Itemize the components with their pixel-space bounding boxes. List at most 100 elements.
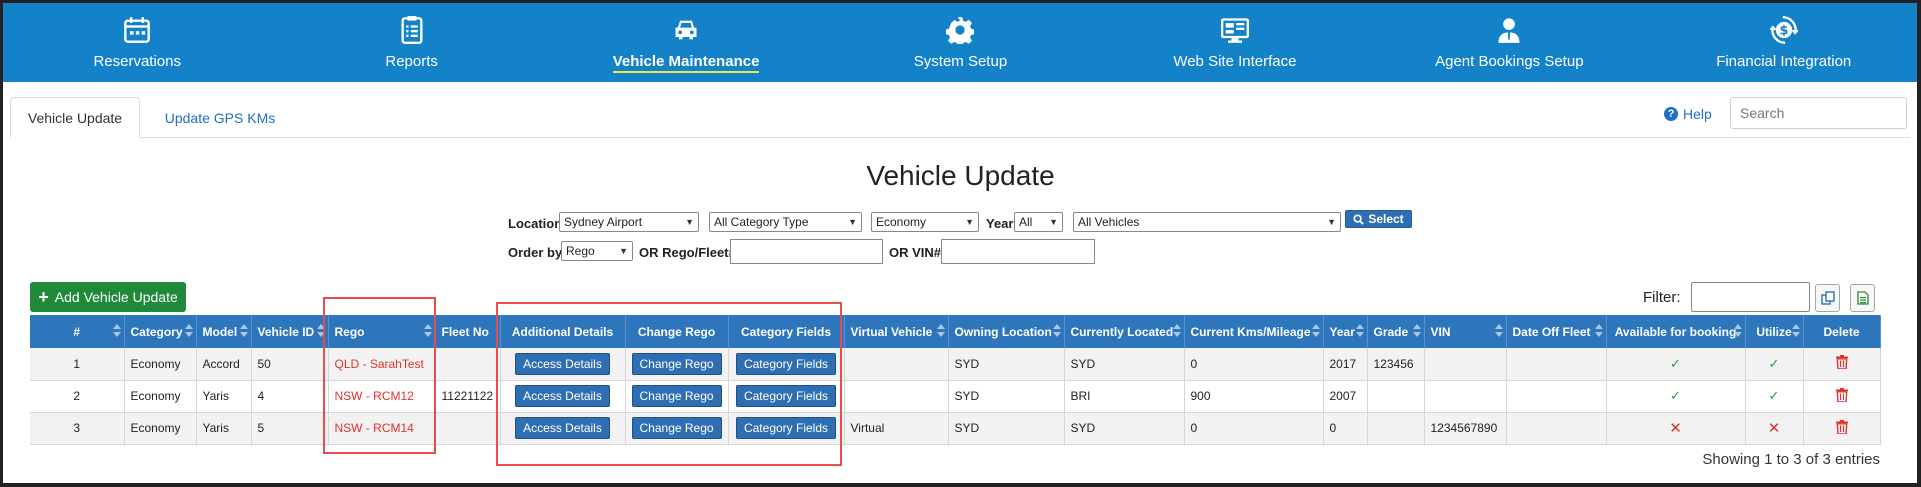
nav-label: System Setup <box>913 53 1008 70</box>
export-csv-button[interactable] <box>1850 284 1875 312</box>
cell-kms: 900 <box>1184 380 1324 413</box>
cell-additional-details: Access Details <box>500 380 626 413</box>
column-header[interactable]: # <box>30 315 125 348</box>
trash-icon[interactable] <box>1835 387 1848 405</box>
column-header[interactable]: Grade <box>1367 315 1425 348</box>
nav-label: Financial Integration <box>1716 53 1852 70</box>
chevron-down-icon: ▼ <box>848 217 857 227</box>
column-header[interactable]: Virtual Vehicle <box>844 315 949 348</box>
year-select[interactable]: All ▼ <box>1014 212 1063 232</box>
cell-fleet-no: 11221122 <box>435 380 501 413</box>
search-input[interactable] <box>1730 97 1907 129</box>
tab-update-gps-kms[interactable]: Update GPS KMs <box>150 97 290 138</box>
cell-rego[interactable]: QLD - SarahTest <box>328 348 436 381</box>
nav-web-site-interface[interactable]: Web Site Interface <box>1098 0 1372 82</box>
column-header[interactable]: Vehicle ID <box>251 315 329 348</box>
rego-fleet-input[interactable] <box>730 239 883 264</box>
select-button[interactable]: Select <box>1345 210 1412 228</box>
search-icon <box>1353 213 1365 225</box>
cell-kms: 0 <box>1184 348 1324 381</box>
cell-model: Yaris <box>196 412 252 445</box>
sort-icon <box>184 324 193 339</box>
sort-icon <box>1791 324 1800 339</box>
column-header[interactable]: Date Off Fleet <box>1506 315 1607 348</box>
cell-category-fields: Category Fields <box>728 412 845 445</box>
chevron-down-icon: ▼ <box>619 246 628 256</box>
order-by-select[interactable]: Rego ▼ <box>561 241 633 261</box>
select-label: Select <box>1368 212 1404 226</box>
cell-delete <box>1803 348 1881 381</box>
vin-input[interactable] <box>941 239 1095 264</box>
cell-fleet-no <box>435 412 501 445</box>
nav-vehicle-maintenance[interactable]: Vehicle Maintenance <box>549 0 823 82</box>
copy-button[interactable] <box>1815 284 1840 312</box>
access-details-button[interactable]: Access Details <box>515 385 610 407</box>
column-header[interactable]: Year <box>1323 315 1368 348</box>
trash-icon[interactable] <box>1835 419 1848 437</box>
column-header[interactable]: Category <box>124 315 197 348</box>
cell-owning-location: SYD <box>948 380 1065 413</box>
year-label: Year <box>986 216 1014 231</box>
cell-delete <box>1803 412 1881 445</box>
change-rego-button[interactable]: Change Rego <box>631 352 722 375</box>
location-select[interactable]: Sydney Airport ▼ <box>559 212 699 232</box>
calendar-icon <box>124 17 151 43</box>
category-fields-button[interactable]: Category Fields <box>735 417 837 439</box>
chevron-down-icon: ▼ <box>685 217 694 227</box>
nav-financial-integration[interactable]: $ Financial Integration <box>1647 0 1921 82</box>
cell-rego[interactable]: NSW - RCM14 <box>328 412 436 445</box>
check-icon: ✓ <box>1670 388 1681 403</box>
access-details-button[interactable]: Access Details <box>515 417 610 439</box>
column-header[interactable]: Current Kms/Mileage <box>1184 315 1324 348</box>
cell-change-rego: Change Rego <box>625 348 729 381</box>
column-header[interactable]: Utilize <box>1745 315 1804 348</box>
cell-category: Economy <box>124 380 197 413</box>
sort-icon <box>1412 324 1421 339</box>
vehicles-select[interactable]: All Vehicles ▼ <box>1073 212 1341 232</box>
column-header[interactable]: Rego <box>328 315 436 348</box>
category-select[interactable]: Economy ▼ <box>871 212 979 232</box>
cell-date-off-fleet <box>1506 380 1607 413</box>
sort-icon <box>112 324 121 339</box>
cell-model: Accord <box>196 348 252 381</box>
nav-system-setup[interactable]: System Setup <box>823 0 1097 82</box>
category-fields-button[interactable]: Category Fields <box>735 385 837 407</box>
cell-owning-location: SYD <box>948 412 1065 445</box>
category-fields-button[interactable]: Category Fields <box>735 352 837 375</box>
column-header[interactable]: Fleet No <box>435 315 501 348</box>
access-details-button[interactable]: Access Details <box>515 352 610 375</box>
column-header[interactable]: Model <box>196 315 252 348</box>
filter-input[interactable] <box>1691 282 1810 312</box>
cell-num: 2 <box>30 380 125 413</box>
help-link[interactable]: ? Help <box>1664 106 1712 122</box>
location-value: Sydney Airport <box>564 215 643 229</box>
trash-icon[interactable] <box>1835 355 1848 372</box>
table-row: 1 Economy Accord 50 QLD - SarahTest Access De… <box>30 348 1881 381</box>
cell-rego[interactable]: NSW - RCM12 <box>328 380 436 413</box>
x-icon: ✕ <box>1669 420 1682 437</box>
cell-model: Yaris <box>196 380 252 413</box>
change-rego-button[interactable]: Change Rego <box>631 385 722 407</box>
chevron-down-icon: ▼ <box>1327 217 1336 227</box>
change-rego-button[interactable]: Change Rego <box>631 417 722 439</box>
column-header[interactable]: VIN <box>1424 315 1507 348</box>
cell-utilize: ✕ <box>1745 412 1804 445</box>
copy-icon <box>1820 291 1835 305</box>
vehicles-value: All Vehicles <box>1078 215 1140 229</box>
nav-reports[interactable]: Reports <box>274 0 548 82</box>
column-header[interactable]: Owning Location <box>948 315 1065 348</box>
add-vehicle-update-button[interactable]: + Add Vehicle Update <box>30 282 186 312</box>
cell-year: 2017 <box>1323 348 1368 381</box>
column-header[interactable]: Available for booking <box>1606 315 1746 348</box>
tab-vehicle-update[interactable]: Vehicle Update <box>10 97 140 138</box>
cell-kms: 0 <box>1184 412 1324 445</box>
nav-agent-bookings-setup[interactable]: Agent Bookings Setup <box>1372 0 1646 82</box>
category-type-select[interactable]: All Category Type ▼ <box>709 212 862 232</box>
nav-reservations[interactable]: Reservations <box>0 0 274 82</box>
column-header[interactable]: Currently Located <box>1064 315 1185 348</box>
spreadsheet-icon <box>1856 291 1869 305</box>
order-by-value: Rego <box>566 244 595 258</box>
column-header: Category Fields <box>728 315 845 348</box>
cell-category: Economy <box>124 412 197 445</box>
cell-year: 2007 <box>1323 380 1368 413</box>
